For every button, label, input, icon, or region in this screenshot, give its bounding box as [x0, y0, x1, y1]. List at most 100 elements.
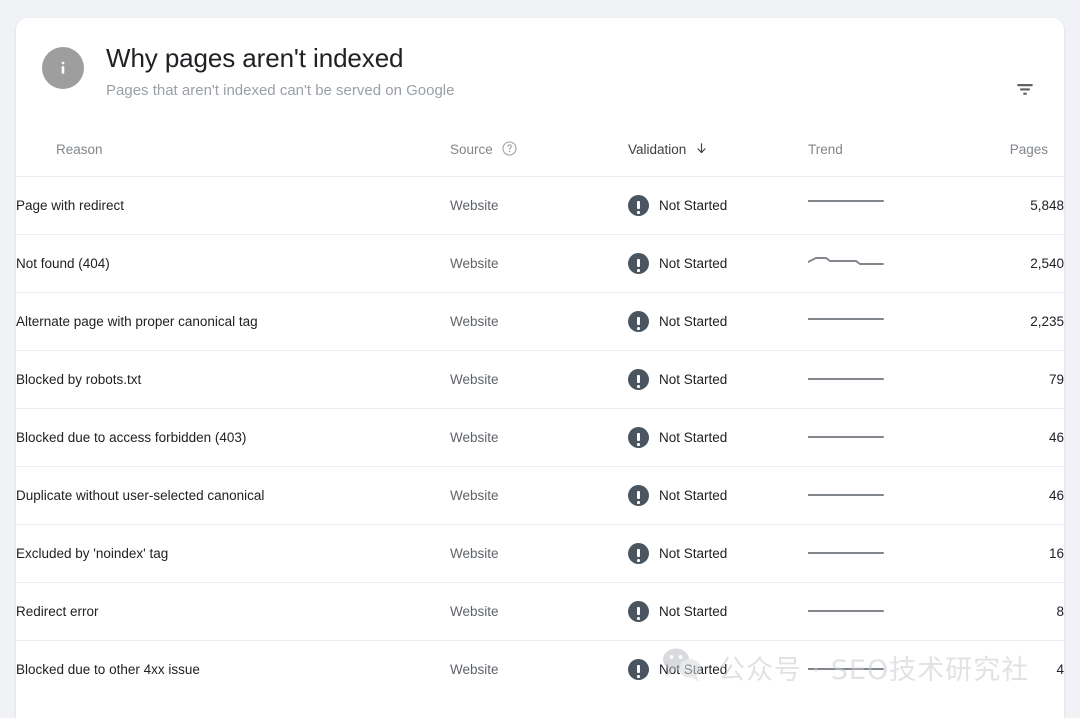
cell-trend [808, 408, 938, 466]
reason-label: Alternate page with proper canonical tag [16, 313, 258, 329]
status-badge: Not Started [659, 255, 728, 271]
table-row[interactable]: Blocked by robots.txt Website Not Started 7… [16, 350, 1064, 408]
source-label: Website [450, 545, 499, 561]
trend-sparkline [808, 436, 884, 438]
status-badge: Not Started [659, 487, 728, 503]
exclamation-circle-icon [628, 310, 649, 332]
cell-trend [808, 176, 938, 234]
pages-count: 46 [1048, 487, 1064, 503]
table-row[interactable]: Excluded by 'noindex' tag Website Not Star… [16, 524, 1064, 582]
reason-label: Excluded by 'noindex' tag [16, 545, 169, 561]
exclamation-circle-icon [628, 600, 649, 622]
cell-reason[interactable]: Alternate page with proper canonical tag [16, 292, 450, 350]
trend-sparkline [808, 257, 884, 265]
header-texts: Why pages aren't indexed Pages that aren… [106, 42, 454, 102]
cell-trend [808, 292, 938, 350]
cell-pages: 8 [938, 582, 1064, 640]
cell-source: Website [450, 408, 628, 466]
pages-count: 5,848 [1030, 197, 1064, 213]
cell-reason[interactable]: Blocked by robots.txt [16, 350, 450, 408]
indexing-reasons-table: Reason Source Validation Trend Pages Pag… [16, 124, 1064, 698]
header-row: Why pages aren't indexed Pages that aren… [40, 42, 1040, 102]
trend-sparkline [808, 610, 884, 612]
pages-count: 79 [1048, 371, 1064, 387]
exclamation-circle-icon [628, 194, 649, 216]
cell-validation: Not Started [628, 350, 808, 408]
cell-trend [808, 350, 938, 408]
trend-sparkline [808, 200, 884, 202]
cell-validation: Not Started [628, 582, 808, 640]
status-badge: Not Started [659, 545, 728, 561]
table-row[interactable]: Page with redirect Website Not Started 5,84… [16, 176, 1064, 234]
cell-validation: Not Started [628, 176, 808, 234]
column-header-source[interactable]: Source [450, 124, 628, 176]
cell-reason[interactable]: Redirect error [16, 582, 450, 640]
exclamation-circle-icon [628, 252, 649, 274]
cell-validation: Not Started [628, 524, 808, 582]
cell-validation: Not Started [628, 292, 808, 350]
status-badge: Not Started [659, 429, 728, 445]
cell-pages: 79 [938, 350, 1064, 408]
cell-validation: Not Started [628, 234, 808, 292]
cell-source: Website [450, 234, 628, 292]
cell-reason[interactable]: Blocked due to other 4xx issue [16, 640, 450, 698]
table-row[interactable]: Duplicate without user-selected canonica… [16, 466, 1064, 524]
table-row[interactable]: Alternate page with proper canonical tag… [16, 292, 1064, 350]
cell-validation: Not Started [628, 408, 808, 466]
source-label: Website [450, 313, 499, 329]
exclamation-circle-icon [628, 426, 649, 448]
reason-label: Redirect error [16, 603, 99, 619]
cell-reason[interactable]: Excluded by 'noindex' tag [16, 524, 450, 582]
table-row[interactable]: Blocked due to access forbidden (403) Web… [16, 408, 1064, 466]
help-circle-icon[interactable] [501, 140, 518, 160]
exclamation-circle-icon [628, 658, 649, 680]
cell-reason[interactable]: Page with redirect [16, 176, 450, 234]
cell-pages: 46 [938, 408, 1064, 466]
cell-source: Website [450, 466, 628, 524]
cell-source: Website [450, 582, 628, 640]
cell-pages: 16 [938, 524, 1064, 582]
column-header-source-label: Source [450, 142, 493, 158]
table-header: Reason Source Validation Trend Pages [16, 124, 1064, 176]
status-badge: Not Started [659, 197, 728, 213]
cell-pages: 5,848 [938, 176, 1064, 234]
cell-pages: 2,235 [938, 292, 1064, 350]
column-header-trend-label: Trend [808, 142, 843, 158]
page-title: Why pages aren't indexed [106, 43, 404, 73]
column-header-reason[interactable]: Reason [16, 124, 450, 176]
exclamation-circle-icon [628, 368, 649, 390]
column-header-validation[interactable]: Validation [628, 124, 808, 176]
status-badge: Not Started [659, 603, 728, 619]
cell-trend [808, 466, 938, 524]
cell-reason[interactable]: Duplicate without user-selected canonica… [16, 466, 450, 524]
status-badge: Not Started [659, 371, 728, 387]
trend-sparkline [808, 494, 884, 496]
table-row[interactable]: Blocked due to other 4xx issue Website Not… [16, 640, 1064, 698]
cell-source: Website [450, 640, 628, 698]
filter-icon[interactable] [1008, 72, 1042, 106]
cell-source: Website [450, 350, 628, 408]
source-label: Website [450, 255, 499, 271]
page-subtitle: Pages that aren't indexed can't be serve… [106, 82, 455, 99]
cell-reason[interactable]: Not found (404) [16, 234, 450, 292]
cell-reason[interactable]: Blocked due to access forbidden (403) [16, 408, 450, 466]
source-label: Website [450, 603, 499, 619]
card-header: Why pages aren't indexed Pages that aren… [16, 18, 1064, 124]
cell-trend [808, 640, 938, 698]
column-header-pages-label: Pages [1009, 142, 1048, 158]
column-header-trend[interactable]: Trend [808, 124, 938, 176]
reason-label: Blocked due to access forbidden (403) [16, 429, 247, 445]
table-header-row: Reason Source Validation Trend Pages [16, 124, 1064, 176]
pages-count: 2,540 [1030, 255, 1064, 271]
status-badge: Not Started [659, 313, 728, 329]
table-row[interactable]: Redirect error Website Not Started 8 [16, 582, 1064, 640]
source-label: Website [450, 197, 499, 213]
cell-pages: 4 [938, 640, 1064, 698]
cell-trend [808, 234, 938, 292]
table-row[interactable]: Not found (404) Website Not Started 2,540 [16, 234, 1064, 292]
pages-count: 16 [1048, 545, 1064, 561]
pages-count: 4 [1056, 661, 1064, 677]
column-header-pages[interactable]: Pages [938, 124, 1064, 176]
exclamation-circle-icon [628, 484, 649, 506]
cell-pages: 2,540 [938, 234, 1064, 292]
